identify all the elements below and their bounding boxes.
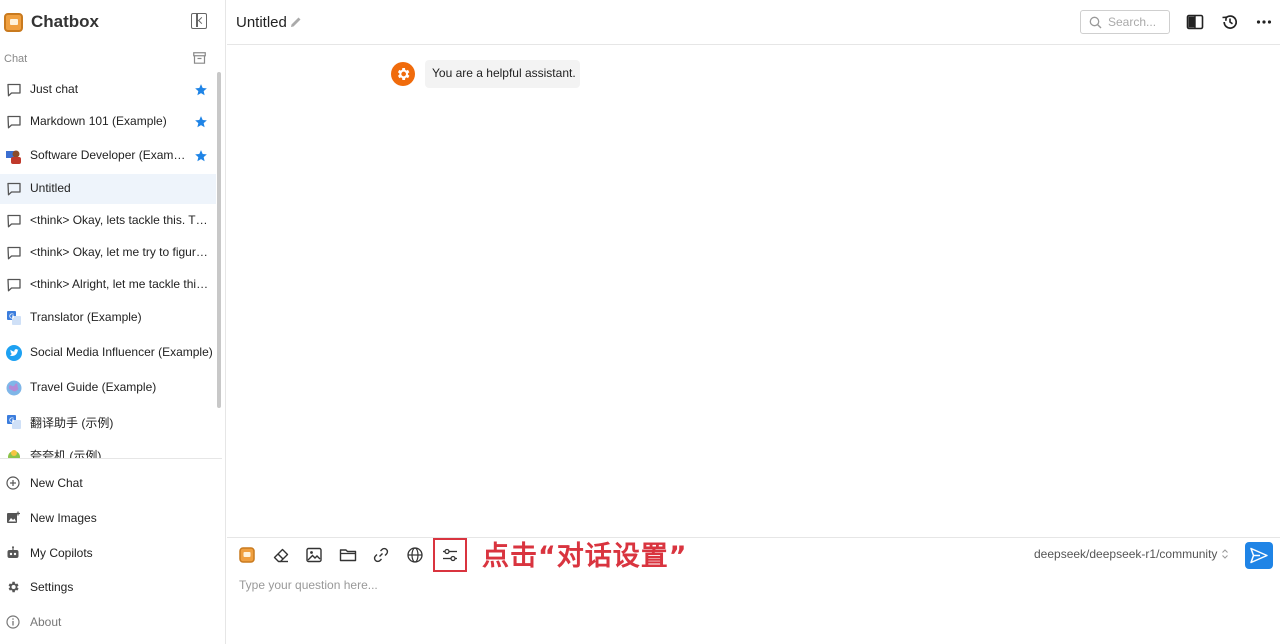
search-box[interactable]: [1080, 10, 1170, 34]
folder-icon[interactable]: [339, 546, 357, 564]
send-icon: [1250, 547, 1268, 564]
message-bubble: You are a helpful assistant.: [425, 60, 580, 88]
session-item-think-1[interactable]: <think> Okay, lets tackle this. The user: [0, 206, 216, 236]
session-label: Social Media Influencer (Example): [30, 345, 213, 359]
chatbox-app: Chatbox Chat Just chat Markdown 101 (Exa…: [0, 0, 1280, 644]
session-item-software-developer[interactable]: Software Developer (Example): [0, 141, 216, 171]
add-circle-icon: [6, 476, 20, 490]
brand: Chatbox: [4, 10, 99, 34]
model-name: deepseek/deepseek-r1/community: [1034, 547, 1218, 561]
globe-avatar-icon: [6, 380, 22, 396]
chat-bubble-icon: [7, 246, 21, 260]
split-view-icon[interactable]: [1186, 13, 1204, 31]
new-images-label: New Images: [30, 511, 97, 525]
session-item-think-2[interactable]: <think> Okay, let me try to figure out: [0, 238, 216, 268]
section-label-chat: Chat: [4, 53, 28, 65]
session-item-untitled[interactable]: Untitled: [0, 174, 216, 204]
system-avatar: [391, 62, 415, 86]
session-item-think-3[interactable]: <think> Alright, let me tackle this. The: [0, 270, 216, 300]
session-label: <think> Okay, let me try to figure out: [30, 245, 214, 259]
translator-avatar-icon: G: [7, 415, 21, 429]
developer-avatar-icon: [6, 150, 21, 164]
message-input[interactable]: [239, 575, 1269, 595]
session-label: Just chat: [30, 82, 79, 96]
app-name: Chatbox: [31, 12, 99, 31]
archive-icon[interactable]: [193, 52, 206, 64]
session-list-scrollbar[interactable]: [217, 72, 221, 408]
session-label: 翻译助手 (示例): [30, 416, 114, 430]
new-chat-label: New Chat: [30, 476, 83, 490]
chat-bubble-icon: [7, 214, 21, 228]
search-input[interactable]: [1108, 14, 1168, 30]
settings-label: Settings: [30, 580, 74, 594]
info-icon: [6, 615, 20, 629]
session-label: Travel Guide (Example): [30, 380, 157, 394]
header: Untitled: [227, 0, 1280, 45]
history-icon[interactable]: [1221, 13, 1239, 31]
eraser-icon[interactable]: [272, 546, 290, 564]
more-menu-icon[interactable]: [1255, 13, 1273, 31]
link-icon[interactable]: [372, 546, 390, 564]
annotation-callout: 点击“对话设置”: [482, 541, 688, 572]
globe-icon[interactable]: [406, 546, 424, 564]
model-selector[interactable]: deepseek/deepseek-r1/community: [1034, 547, 1229, 561]
session-label: <think> Okay, lets tackle this. The user: [30, 213, 214, 227]
collapse-sidebar-icon[interactable]: [191, 13, 207, 29]
settings-button[interactable]: Settings: [0, 572, 220, 602]
session-label: Software Developer (Example): [30, 148, 186, 162]
svg-text:G: G: [9, 417, 14, 425]
send-button[interactable]: [1245, 542, 1273, 569]
pencil-icon[interactable]: [290, 16, 302, 28]
session-item-travel-guide[interactable]: Travel Guide (Example): [0, 373, 216, 403]
chat-bubble-icon: [7, 115, 21, 129]
my-copilots-button[interactable]: My Copilots: [0, 538, 220, 568]
translator-avatar-icon: G: [7, 311, 21, 325]
session-item-translator[interactable]: G Translator (Example): [0, 303, 216, 333]
search-icon: [1089, 16, 1102, 29]
my-copilots-label: My Copilots: [30, 546, 93, 560]
star-icon[interactable]: [194, 149, 208, 163]
svg-text:G: G: [9, 313, 14, 321]
session-item-fanyi[interactable]: G 翻译助手 (示例): [0, 407, 216, 437]
chat-bubble-icon: [7, 182, 21, 196]
gear-icon: [397, 68, 410, 80]
session-label: <think> Alright, let me tackle this. The: [30, 277, 214, 291]
session-label: Untitled: [30, 181, 71, 195]
conversation-settings-icon[interactable]: [433, 538, 467, 572]
chat-bubble-icon: [7, 83, 21, 97]
add-image-icon: [7, 511, 20, 523]
image-icon[interactable]: [305, 546, 323, 564]
sidebar-divider: [0, 458, 222, 459]
chatbox-logo-icon: [4, 12, 23, 32]
about-label: About: [30, 615, 62, 629]
new-chat-button[interactable]: New Chat: [0, 468, 220, 498]
star-icon[interactable]: [194, 115, 208, 129]
chatbox-logo-icon[interactable]: [238, 546, 256, 564]
session-item-markdown-101[interactable]: Markdown 101 (Example): [0, 107, 216, 137]
session-item-just-chat[interactable]: Just chat: [0, 75, 216, 105]
twitter-avatar-icon: [6, 345, 22, 361]
cheer-avatar-icon: [8, 450, 20, 458]
session-item-kuakua[interactable]: 夸夸机 (示例): [0, 440, 216, 458]
star-icon[interactable]: [194, 83, 208, 97]
chat-bubble-icon: [7, 278, 21, 292]
session-label: Markdown 101 (Example): [30, 114, 167, 128]
session-list: Just chat Markdown 101 (Example) Softwar…: [0, 72, 216, 458]
chevron-up-down-icon: [1222, 549, 1229, 559]
session-item-social-media[interactable]: Social Media Influencer (Example): [0, 338, 216, 368]
session-label: Translator (Example): [30, 310, 142, 324]
sidebar: Chatbox Chat Just chat Markdown 101 (Exa…: [0, 0, 226, 644]
new-images-button[interactable]: New Images: [0, 503, 220, 533]
session-label: 夸夸机 (示例): [30, 449, 102, 458]
composer: 点击“对话设置” deepseek/deepseek-r1/community: [227, 537, 1280, 644]
about-button[interactable]: About: [0, 607, 220, 637]
gear-icon: [8, 581, 19, 593]
robot-icon: [7, 546, 19, 558]
page-title: Untitled: [236, 14, 287, 31]
